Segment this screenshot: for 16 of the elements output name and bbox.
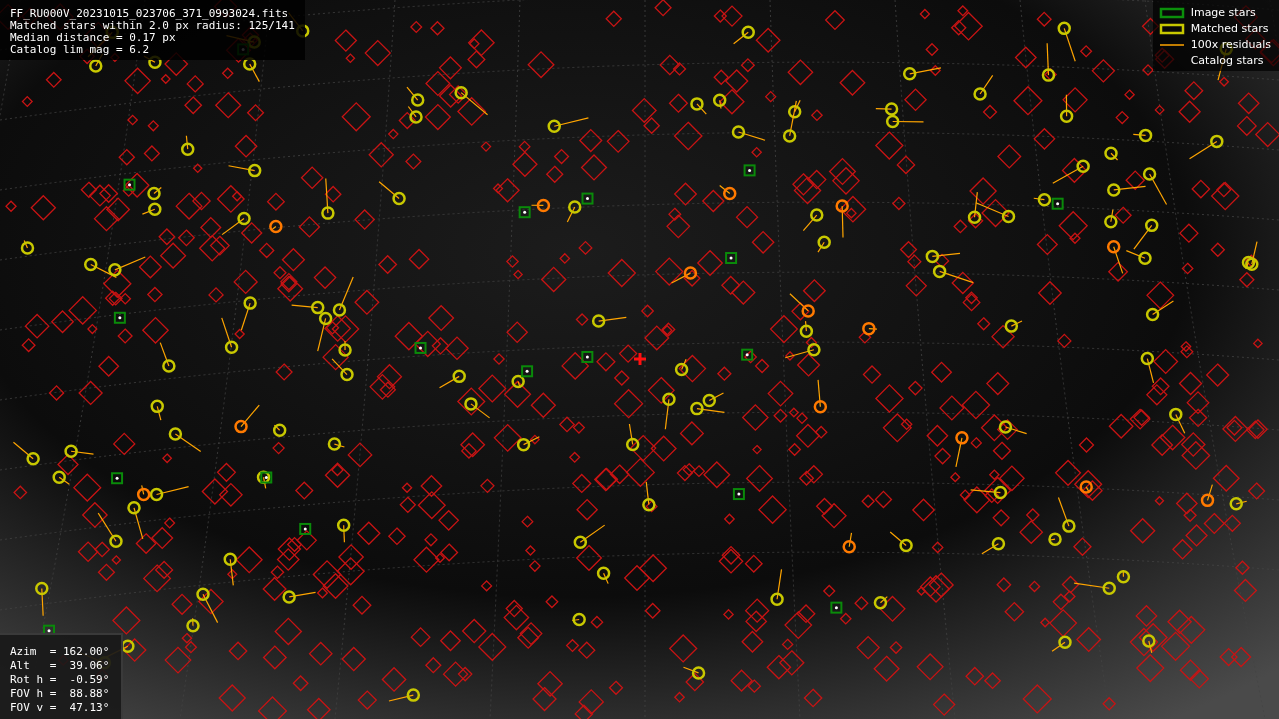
rectangle-marker-icon <box>1158 22 1185 35</box>
legend-label: Catalog stars <box>1190 54 1264 67</box>
pointing-text: Alt = 39.06° <box>10 659 111 673</box>
legend-label: Matched stars <box>1190 22 1269 35</box>
legend-label: 100x residuals <box>1190 38 1271 51</box>
pointing-text: FOV v = 47.13° <box>10 701 111 715</box>
legend-label: Image stars <box>1190 6 1256 19</box>
info-text: Catalog lim mag = 6.2 <box>10 44 151 56</box>
rectangle-marker-icon <box>1158 6 1185 19</box>
pointing-text: Rot h = -0.59° <box>10 673 111 687</box>
info-text: Matched stars within 2.0 px radius: 125/141 <box>10 20 295 32</box>
center-cross-icon <box>632 351 648 367</box>
info-text: Median distance = 0.17 px <box>10 32 177 44</box>
pointing-text: Azim = 162.00° <box>10 645 111 659</box>
info-text: FF_RU000V_20231015_023706_371_0993024.fits <box>10 8 290 20</box>
pointing-text: FOV h = 88.88° <box>10 687 111 701</box>
